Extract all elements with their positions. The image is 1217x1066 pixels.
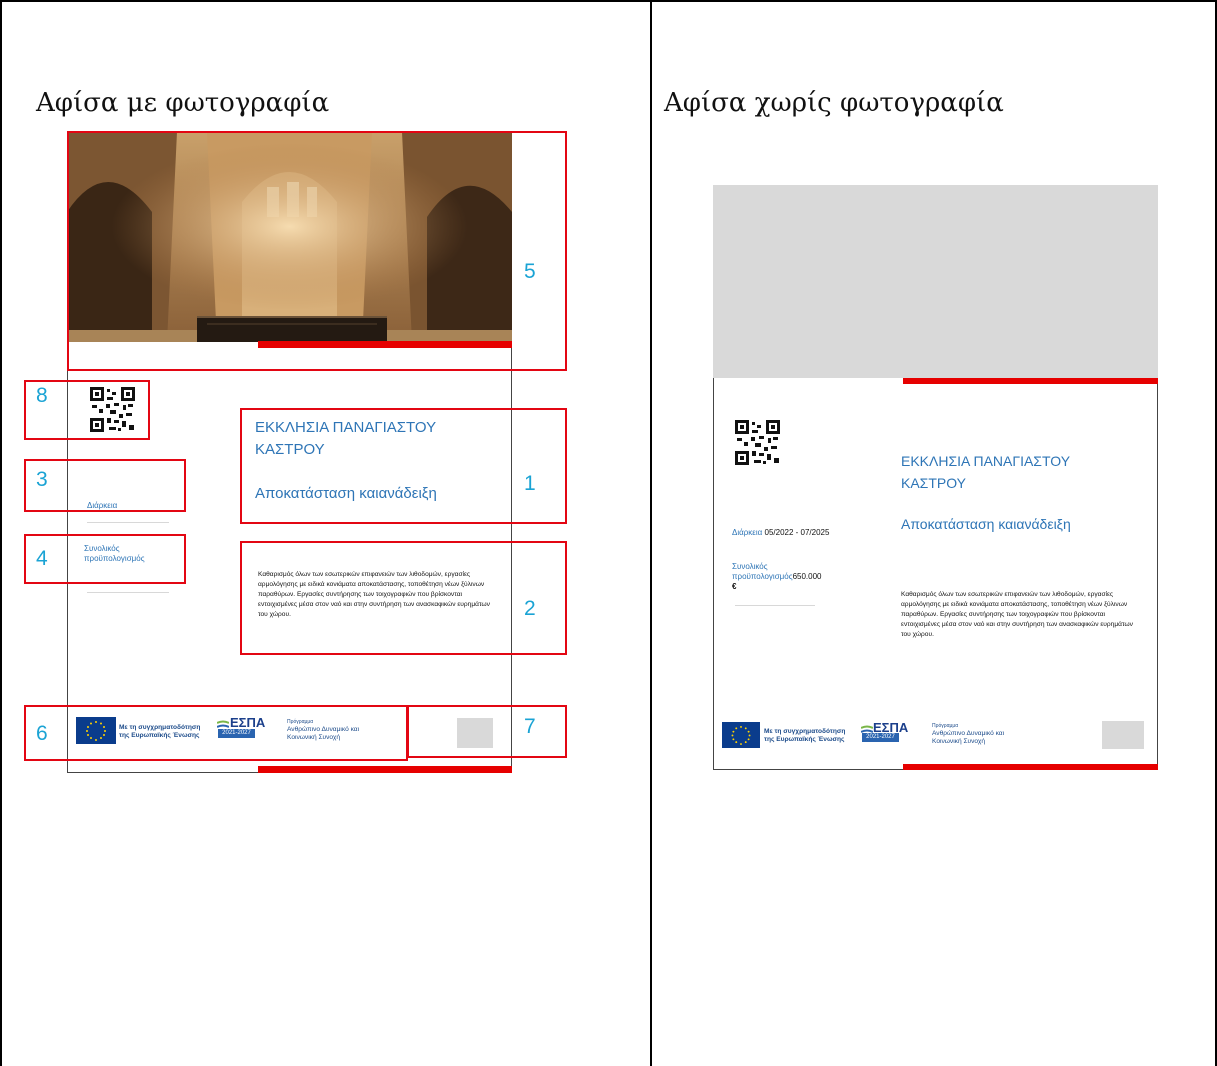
project-title-2-line2: ΚΑΣΤΡΟΥ (901, 475, 966, 491)
budget-label-2-line1: Συνολικός (732, 562, 768, 571)
placeholder-red-accent-bar (903, 378, 1158, 384)
program-2-line1: Ανθρώπινο Δυναμικό και (932, 730, 1005, 737)
cofund-text-2: Με τη συγχρηματοδότηση της Ευρωπαϊκής Έν… (764, 728, 845, 744)
program-text-2: Πρόγραμμα Ανθρώπινο Δυναμικό και Κοινωνι… (932, 722, 1004, 746)
project-title-2: ΕΚΚΛΗΣΙΑ ΠΑΝΑΓΙΑΣΤΟΥ ΚΑΣΤΡΟΥ (901, 450, 1070, 494)
budget-row: Συνολικός προϋπολογισμός650.000 € (732, 562, 821, 592)
callout-box-3-duration (24, 459, 186, 512)
callout-number-6: 6 (36, 722, 48, 745)
callout-number-8: 8 (36, 384, 48, 407)
callout-number-7: 7 (524, 715, 536, 738)
photo-placeholder (713, 185, 1158, 378)
callout-box-1-title (240, 408, 567, 524)
eu-flag-logo-2 (722, 722, 760, 748)
program-2-label: Πρόγραμμα (932, 723, 959, 729)
qr-code-2 (735, 420, 780, 465)
callout-box-6-logos (24, 705, 408, 761)
budget-divider (87, 592, 169, 593)
duration-row: Διάρκεια 05/2022 - 07/2025 (732, 528, 829, 538)
placeholder-logo-box-2 (1102, 721, 1144, 749)
duration-divider (87, 522, 169, 523)
project-subtitle-2: Αποκατάσταση καιανάδειξη (901, 516, 1071, 532)
column-title-without-photo: Αφίσα χωρίς φωτογραφία (664, 88, 1004, 118)
footer-red-accent-bar (258, 766, 512, 773)
budget-currency: € (732, 582, 737, 591)
duration-label-2: Διάρκεια (732, 528, 763, 537)
callout-box-7-graybox (407, 705, 567, 758)
column-title-with-photo: Αφίσα με φωτογραφία (36, 88, 330, 118)
budget-value: 650.000 (792, 572, 822, 581)
table-column-divider (650, 0, 652, 1066)
callout-number-3: 3 (36, 468, 48, 491)
budget-label-2-line2: προϋπολογισμός (732, 572, 793, 581)
callout-box-5-photo (67, 131, 567, 371)
callout-number-1: 1 (524, 472, 536, 495)
project-title-2-line1: ΕΚΚΛΗΣΙΑ ΠΑΝΑΓΙΑΣΤΟΥ (901, 453, 1071, 469)
cofund-2-line1: Με τη συγχρηματοδότηση (764, 728, 846, 735)
cofund-2-line2: της Ευρωπαϊκής Ένωσης (764, 736, 845, 743)
project-description-2: Καθαρισμός όλων των εσωτερικών επιφανειώ… (901, 591, 1133, 638)
table-border-top (0, 0, 1217, 2)
callout-box-2-description (240, 541, 567, 655)
callout-number-5: 5 (524, 260, 536, 283)
callout-number-4: 4 (36, 547, 48, 570)
espa-swoosh-icon-2 (860, 722, 874, 733)
program-2-line2: Κοινωνική Συνοχή (932, 738, 986, 745)
footer-red-accent-bar-2 (903, 764, 1158, 770)
callout-number-2: 2 (524, 597, 536, 620)
callout-box-4-budget (24, 534, 186, 584)
budget-divider-2 (735, 605, 815, 606)
table-border-left (0, 0, 2, 1066)
duration-value: 05/2022 - 07/2025 (764, 528, 830, 537)
